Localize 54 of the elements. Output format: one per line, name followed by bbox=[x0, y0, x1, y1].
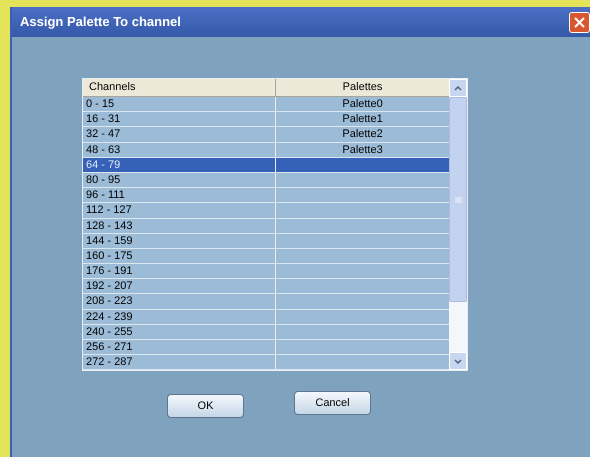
table-cell-text: Palette1 bbox=[341, 112, 384, 126]
table-cell: 160 - 175 bbox=[83, 248, 276, 264]
table-cell: 176 - 191 bbox=[83, 264, 276, 278]
table-cell: 112 - 127 bbox=[83, 203, 276, 218]
table-row[interactable]: 128 - 143 bbox=[83, 218, 450, 234]
table-row[interactable]: 256 - 271 bbox=[83, 340, 450, 356]
ok-button[interactable]: OK bbox=[167, 394, 244, 418]
scroll-thumb[interactable] bbox=[449, 97, 467, 302]
table-cell: 144 - 159 bbox=[83, 234, 276, 248]
table-row[interactable]: 48 - 63 Palette3 bbox=[83, 142, 450, 158]
scroll-up-button[interactable] bbox=[449, 79, 467, 97]
table-row[interactable]: 144 - 159 bbox=[83, 234, 450, 249]
scrollbar[interactable] bbox=[449, 79, 467, 370]
table-row[interactable]: 160 - 175 bbox=[83, 248, 450, 264]
table-cell: 80 - 95 bbox=[83, 172, 276, 188]
table-cell: 48 - 63 bbox=[83, 142, 276, 157]
table-cell: 16 - 31 bbox=[83, 112, 276, 126]
table-cell: 272 - 287 bbox=[83, 355, 276, 370]
table-cell: 192 - 207 bbox=[83, 279, 276, 294]
table-row[interactable]: 176 - 191 bbox=[83, 264, 450, 280]
table-cell: 128 - 143 bbox=[83, 218, 276, 233]
table-row[interactable]: 32 - 47 Palette2 bbox=[83, 127, 450, 143]
close-icon bbox=[574, 16, 585, 28]
scroll-down-button[interactable] bbox=[449, 352, 467, 370]
table-cell-text: Palette0 bbox=[341, 97, 384, 112]
column-header[interactable]: Channels bbox=[83, 79, 276, 96]
grip-icon bbox=[454, 196, 462, 202]
chevron-up-icon bbox=[454, 86, 462, 90]
table-row[interactable]: 96 - 111 bbox=[83, 188, 450, 204]
table-cell: 208 - 223 bbox=[83, 294, 276, 309]
column-header[interactable]: Palettes bbox=[276, 79, 450, 96]
table-row[interactable]: 272 - 287 bbox=[83, 355, 450, 370]
table-row[interactable]: 80 - 95 bbox=[83, 172, 450, 188]
table-row[interactable]: 16 - 31 Palette1 bbox=[83, 112, 450, 128]
chevron-down-icon bbox=[454, 358, 462, 364]
table-row[interactable]: 208 - 223 bbox=[83, 294, 450, 310]
table-row[interactable]: 0 - 15 Palette0 bbox=[83, 97, 450, 112]
table-cell: 240 - 255 bbox=[83, 324, 276, 339]
table-cell-text: Palette2 bbox=[341, 127, 384, 142]
table-cell-text: Palette3 bbox=[341, 142, 384, 157]
table-row[interactable]: 224 - 239 bbox=[83, 310, 450, 325]
table-cell: 0 - 15 bbox=[83, 97, 276, 112]
table-row[interactable]: 192 - 207 bbox=[83, 279, 450, 294]
cancel-button[interactable]: Cancel bbox=[294, 391, 371, 416]
table-cell: 256 - 271 bbox=[83, 340, 276, 354]
table-cell: 32 - 47 bbox=[83, 127, 276, 142]
table-cell: 64 - 79 bbox=[83, 158, 276, 172]
table-row[interactable]: 112 - 127 bbox=[83, 203, 450, 218]
table-row[interactable]: 64 - 79 bbox=[83, 158, 450, 173]
close-button[interactable] bbox=[569, 12, 590, 32]
window-title: Assign Palette To channel bbox=[20, 13, 181, 32]
table-row[interactable]: 240 - 255 bbox=[83, 324, 450, 340]
table-cell: 96 - 111 bbox=[83, 188, 276, 202]
table-cell: 224 - 239 bbox=[83, 310, 276, 324]
